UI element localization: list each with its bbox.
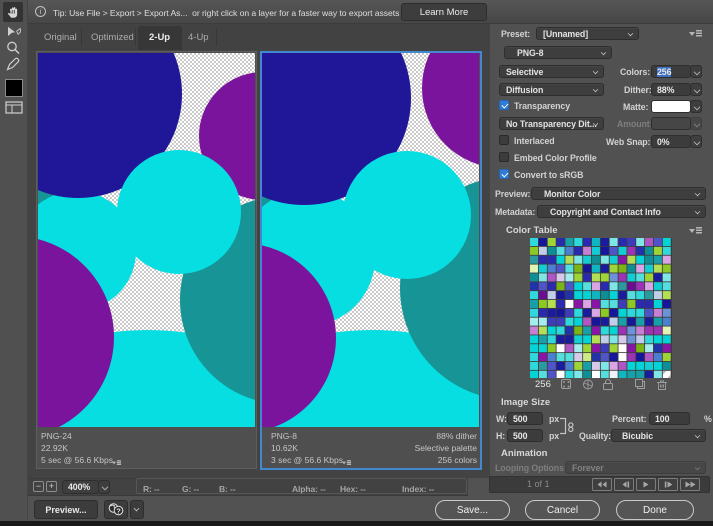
svg-text:?: ? xyxy=(116,506,121,515)
